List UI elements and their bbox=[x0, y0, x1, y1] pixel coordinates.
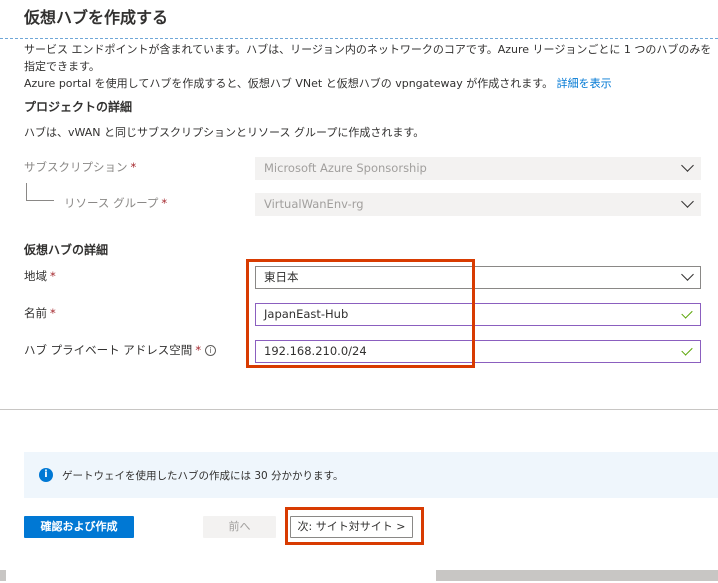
checkmark-icon bbox=[681, 307, 693, 319]
learn-more-link[interactable]: 詳細を表示 bbox=[557, 77, 612, 90]
previous-button[interactable]: 前へ bbox=[203, 516, 276, 538]
chevron-down-icon bbox=[681, 268, 694, 281]
project-details-description: ハブは、vWAN と同じサブスクリプションとリソース グループに作成されます。 bbox=[24, 126, 425, 139]
intro-text: サービス エンドポイントが含まれています。ハブは、リージョン内のネットワークのコ… bbox=[24, 41, 714, 92]
subscription-label-text: サブスクリプション bbox=[24, 160, 128, 174]
subscription-select[interactable]: Microsoft Azure Sponsorship bbox=[255, 157, 701, 180]
intro-line-2: Azure portal を使用してハブを作成すると、仮想ハブ VNet と仮想… bbox=[24, 75, 714, 92]
region-label-text: 地域 bbox=[24, 269, 47, 283]
scrollbar-left-cap bbox=[0, 570, 6, 581]
scrollbar-thumb[interactable] bbox=[436, 570, 718, 581]
resource-group-select[interactable]: VirtualWanEnv-rg bbox=[255, 193, 701, 216]
highlight-box-next bbox=[285, 507, 424, 545]
hub-details-heading: 仮想ハブの詳細 bbox=[24, 243, 109, 257]
chevron-down-icon bbox=[681, 159, 694, 172]
intro-line-1: サービス エンドポイントが含まれています。ハブは、リージョン内のネットワークのコ… bbox=[24, 43, 712, 73]
subscription-value: Microsoft Azure Sponsorship bbox=[264, 161, 427, 175]
page-title: 仮想ハブを作成する bbox=[24, 8, 169, 27]
address-space-label-text: ハブ プライベート アドレス空間 bbox=[24, 343, 193, 357]
name-label-text: 名前 bbox=[24, 306, 47, 320]
notice-text: ゲートウェイを使用したハブの作成には 30 分かかります。 bbox=[62, 470, 344, 482]
notice-bar: i ゲートウェイを使用したハブの作成には 30 分かかります。 bbox=[24, 452, 718, 498]
intro-line-2-text: Azure portal を使用してハブを作成すると、仮想ハブ VNet と仮想… bbox=[24, 77, 554, 90]
required-asterisk: * bbox=[130, 160, 137, 174]
tree-connector bbox=[26, 183, 54, 201]
info-icon[interactable]: i bbox=[205, 345, 217, 356]
name-label: 名前 * bbox=[24, 305, 56, 321]
resource-group-label-text: リソース グループ bbox=[64, 196, 159, 210]
info-icon: i bbox=[39, 468, 53, 482]
review-create-button[interactable]: 確認および作成 bbox=[24, 516, 134, 538]
resource-group-label: リソース グループ * bbox=[64, 195, 167, 211]
resource-group-value: VirtualWanEnv-rg bbox=[264, 197, 364, 211]
required-asterisk: * bbox=[50, 306, 56, 320]
address-space-label: ハブ プライベート アドレス空間 * i bbox=[24, 342, 217, 358]
project-details-heading: プロジェクトの詳細 bbox=[24, 100, 133, 114]
region-label: 地域 * bbox=[24, 268, 56, 284]
header-divider bbox=[0, 38, 718, 39]
highlight-box-fields bbox=[246, 259, 475, 368]
required-asterisk: * bbox=[161, 196, 168, 210]
section-divider bbox=[0, 409, 718, 410]
checkmark-icon bbox=[681, 344, 693, 356]
chevron-down-icon bbox=[681, 195, 694, 208]
required-asterisk: * bbox=[50, 269, 56, 283]
subscription-label: サブスクリプション * bbox=[24, 159, 136, 175]
horizontal-scrollbar[interactable] bbox=[0, 568, 718, 583]
required-asterisk: * bbox=[195, 343, 202, 357]
